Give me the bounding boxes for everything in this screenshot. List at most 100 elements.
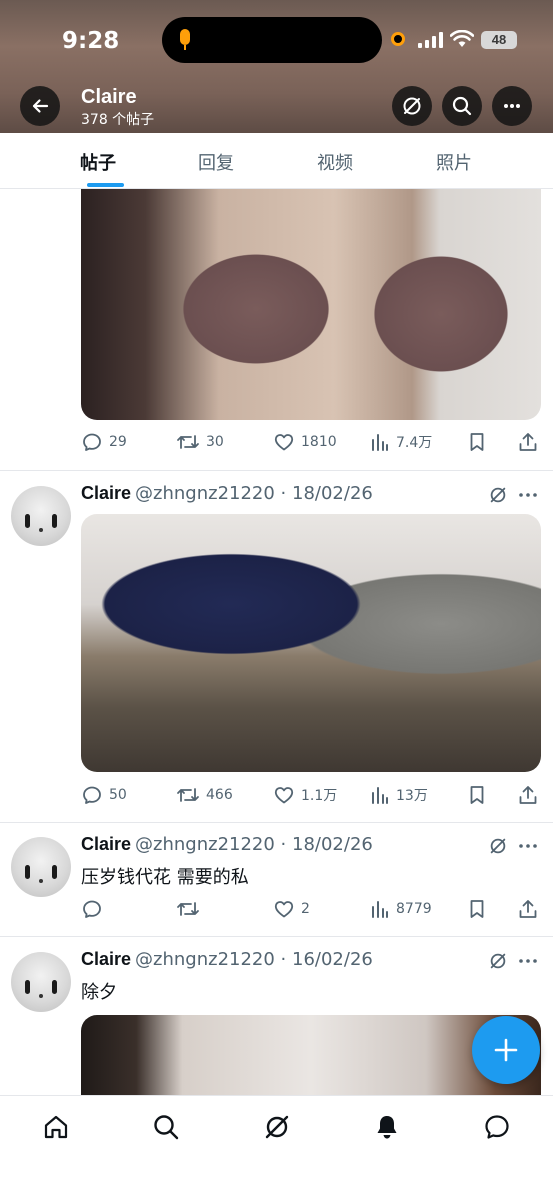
views-button[interactable]: 7.4万	[370, 430, 432, 454]
share-icon	[519, 786, 537, 804]
post-divider	[0, 470, 553, 471]
grok-icon[interactable]	[488, 485, 508, 505]
views-icon	[372, 787, 388, 804]
reply-button[interactable]: 29	[81, 430, 127, 454]
like-count: 2	[301, 901, 310, 917]
repost-icon	[177, 902, 199, 916]
wifi-icon	[450, 30, 474, 47]
reply-icon	[83, 900, 101, 918]
like-button[interactable]: 1810	[273, 430, 337, 454]
reply-icon	[83, 433, 101, 451]
author-handle-date: @zhngnz21220 · 18/02/26	[135, 483, 373, 504]
reply-button[interactable]	[81, 897, 109, 921]
more-icon[interactable]	[517, 836, 539, 856]
view-count: 7.4万	[396, 435, 433, 451]
avatar[interactable]	[11, 486, 71, 546]
profile-header: 9:28 48 Claire 378 个帖子	[0, 0, 553, 133]
avatar[interactable]	[11, 837, 71, 897]
like-button[interactable]: 2	[273, 897, 310, 921]
repost-button[interactable]: 466	[176, 783, 233, 807]
tab-replies[interactable]: 回复	[198, 149, 234, 175]
views-icon	[372, 901, 388, 918]
tab-posts[interactable]: 帖子	[80, 149, 116, 175]
nav-home[interactable]	[41, 1112, 71, 1142]
share-button[interactable]	[517, 783, 539, 807]
post-divider	[0, 822, 553, 823]
reply-count: 50	[109, 787, 127, 803]
tab-photos[interactable]: 照片	[436, 149, 472, 175]
repost-count: 30	[206, 434, 224, 450]
battery-indicator: 48	[481, 31, 517, 49]
bookmark-icon	[470, 900, 484, 918]
share-button[interactable]	[517, 897, 539, 921]
grok-button[interactable]	[392, 86, 432, 126]
tab-videos[interactable]: 视频	[317, 149, 353, 175]
like-button[interactable]: 1.1万	[273, 783, 337, 807]
nav-search[interactable]	[151, 1112, 181, 1142]
post-text: 压岁钱代花 需要的私	[81, 867, 249, 888]
repost-icon	[177, 788, 199, 802]
views-button[interactable]: 8779	[370, 897, 432, 921]
post-header: Claire @zhngnz21220 · 18/02/26	[81, 834, 373, 858]
view-count: 13万	[396, 788, 428, 804]
like-count: 1.1万	[301, 788, 338, 804]
bookmark-button[interactable]	[467, 897, 487, 921]
back-button[interactable]	[20, 86, 60, 126]
post-image[interactable]	[81, 189, 541, 420]
notifications-icon	[377, 1116, 397, 1139]
post-header: Claire @zhngnz21220 · 18/02/26	[81, 483, 373, 507]
post-actions: 2 8779	[81, 897, 541, 921]
repost-button[interactable]	[176, 897, 206, 921]
active-tab-indicator	[87, 183, 124, 187]
share-icon	[519, 900, 537, 918]
bookmark-icon	[470, 433, 484, 451]
reply-button[interactable]: 50	[81, 783, 127, 807]
grok-icon[interactable]	[488, 951, 508, 971]
post-divider	[0, 936, 553, 937]
repost-button[interactable]: 30	[176, 430, 224, 454]
home-icon	[44, 1115, 68, 1139]
post-image[interactable]	[81, 514, 541, 772]
grok-icon[interactable]	[488, 836, 508, 856]
bookmark-button[interactable]	[467, 430, 487, 454]
author-handle-date: @zhngnz21220 · 18/02/26	[135, 834, 373, 855]
bookmark-button[interactable]	[467, 783, 487, 807]
repost-count: 466	[206, 787, 233, 803]
status-bar: 9:28 48	[0, 0, 553, 80]
dynamic-island	[162, 17, 382, 63]
author-name[interactable]: Claire	[81, 949, 131, 969]
post-text: 除夕	[81, 982, 117, 1003]
search-icon	[452, 96, 472, 116]
avatar[interactable]	[11, 952, 71, 1012]
share-icon	[519, 433, 537, 451]
search-button[interactable]	[442, 86, 482, 126]
nav-notifications[interactable]	[372, 1112, 402, 1142]
cellular-signal-icon	[418, 31, 443, 48]
more-icon[interactable]	[517, 485, 539, 505]
views-icon	[372, 434, 388, 451]
views-button[interactable]: 13万	[370, 783, 428, 807]
more-icon[interactable]	[517, 951, 539, 971]
author-name[interactable]: Claire	[81, 834, 131, 854]
bookmark-icon	[470, 786, 484, 804]
post-actions: 29 30 1810 7.4万	[81, 430, 541, 454]
repost-icon	[177, 435, 199, 449]
more-icon	[504, 104, 520, 108]
messages-icon	[485, 1115, 509, 1139]
post-count: 378 个帖子	[81, 112, 155, 128]
posts-feed[interactable]: 29 30 1810 7.4万 Claire @zhngnz21220 · 18/…	[0, 189, 553, 1095]
author-handle-date: @zhngnz21220 · 16/02/26	[135, 949, 373, 970]
nav-grok[interactable]	[262, 1112, 292, 1142]
more-options-button[interactable]	[492, 86, 532, 126]
view-count: 8779	[396, 901, 432, 917]
like-icon	[274, 434, 294, 451]
reply-icon	[83, 786, 101, 804]
author-name[interactable]: Claire	[81, 483, 131, 503]
nav-messages[interactable]	[482, 1112, 512, 1142]
bottom-navigation	[0, 1095, 553, 1200]
grok-icon	[403, 97, 421, 115]
compose-post-button[interactable]	[472, 1016, 540, 1084]
share-button[interactable]	[517, 430, 539, 454]
recording-indicator-icon	[391, 32, 405, 46]
like-count: 1810	[301, 434, 337, 450]
